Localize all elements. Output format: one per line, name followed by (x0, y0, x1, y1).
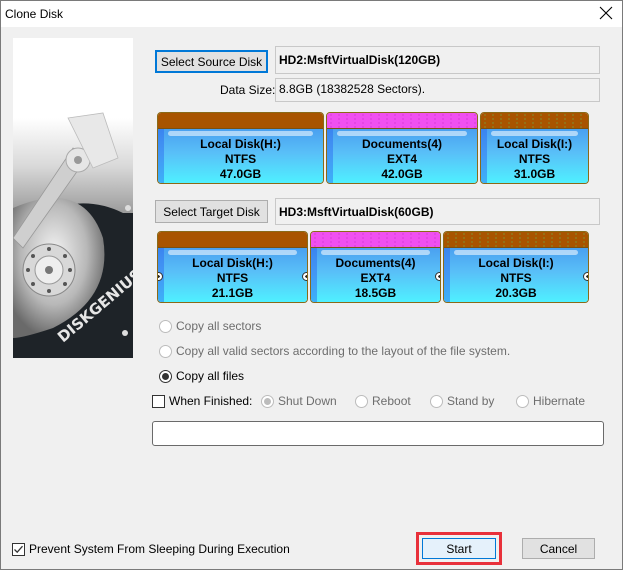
partition-fs: EXT4 (386, 152, 417, 166)
source-disk-name-field: HD2:MsftVirtualDisk(120GB) (275, 46, 600, 74)
select-target-disk-button[interactable]: Select Target Disk (155, 200, 268, 223)
data-size-label: Data Size: (220, 83, 276, 97)
clone-disk-dialog: Clone Disk DISKGENIUS Select Source Disk… (0, 0, 623, 570)
target-disk-map: Local Disk(H:) NTFS 21.1GB Documents(4) EXT4… (157, 231, 592, 303)
partition-size: 18.5GB (354, 286, 397, 300)
partition-fs: NTFS (216, 271, 249, 285)
partition-type-bar (158, 232, 307, 248)
partition-size: 31.0GB (513, 167, 556, 181)
radio-label: Hibernate (533, 394, 586, 408)
partition-name: Local Disk(H:) (200, 137, 281, 151)
partition-size: 20.3GB (495, 286, 537, 300)
radio-copy-all-files[interactable]: Copy all files (159, 369, 244, 383)
radio-label: Stand by (447, 394, 495, 408)
checkbox-box (152, 394, 165, 408)
radio-shut-down[interactable]: Shut Down (261, 394, 337, 408)
partition-name: Documents(4) (335, 256, 416, 270)
partition-name: Documents(4) (361, 137, 442, 151)
resize-handle-icon[interactable] (583, 272, 588, 281)
radio-label: Copy all valid sectors according to the … (176, 344, 511, 358)
partition-block[interactable]: Documents(4) EXT4 18.5GB (310, 231, 441, 303)
radio-circle (159, 369, 172, 383)
radio-label: Reboot (372, 394, 411, 408)
partition-type-bar (481, 113, 588, 129)
radio-circle (430, 394, 443, 408)
radio-circle (261, 394, 274, 408)
checkbox-label: Prevent System From Sleeping During Exec… (29, 542, 290, 556)
radio-hibernate[interactable]: Hibernate (516, 394, 585, 408)
partition-fs: NTFS (518, 152, 551, 166)
progress-bar (152, 421, 604, 446)
partition-name: Local Disk(H:) (192, 256, 273, 270)
partition-block[interactable]: Documents(4) EXT4 42.0GB (326, 112, 478, 184)
partition-name: Local Disk(I:) (496, 137, 573, 151)
title-bar: Clone Disk (1, 1, 622, 27)
diskgenius-illustration: DISKGENIUS (13, 38, 133, 358)
radio-circle (159, 319, 172, 333)
partition-body: Local Disk(I:) NTFS 31.0GB (481, 129, 588, 183)
radio-label: Copy all sectors (176, 319, 262, 333)
source-disk-map: Local Disk(H:) NTFS 47.0GB Documents(4) EXT4… (157, 112, 592, 184)
partition-type-bar (444, 232, 588, 248)
partition-type-bar (311, 232, 440, 248)
partition-name: Local Disk(I:) (478, 256, 554, 270)
radio-circle (355, 394, 368, 408)
partition-block[interactable]: Local Disk(I:) NTFS 31.0GB (480, 112, 589, 184)
partition-block[interactable]: Local Disk(I:) NTFS 20.3GB (443, 231, 589, 303)
partition-fs: NTFS (500, 271, 532, 285)
target-disk-name-field: HD3:MsftVirtualDisk(60GB) (275, 198, 600, 225)
resize-handle-icon[interactable] (302, 272, 307, 281)
radio-circle (516, 394, 529, 408)
radio-reboot[interactable]: Reboot (355, 394, 411, 408)
partition-fs: EXT4 (360, 271, 391, 285)
window-title: Clone Disk (5, 7, 64, 21)
partition-body: Local Disk(H:) NTFS 21.1GB (158, 248, 307, 302)
partition-type-bar (327, 113, 477, 129)
partition-size: 47.0GB (219, 167, 262, 181)
resize-handle-icon[interactable] (435, 272, 440, 281)
radio-copy-all-sectors[interactable]: Copy all sectors (159, 319, 261, 333)
partition-size: 21.1GB (211, 286, 254, 300)
prevent-sleep-checkbox[interactable]: Prevent System From Sleeping During Exec… (12, 542, 290, 556)
radio-label: Shut Down (278, 394, 337, 408)
checkbox-label: When Finished: (169, 394, 253, 408)
cancel-button[interactable]: Cancel (522, 538, 595, 559)
close-icon[interactable] (598, 5, 614, 21)
partition-fs: NTFS (224, 152, 257, 166)
data-size-value: 8.8GB (18382528 Sectors). (275, 78, 600, 102)
partition-type-bar (158, 113, 323, 129)
start-button[interactable]: Start (422, 538, 496, 559)
radio-label: Copy all files (176, 369, 245, 383)
select-source-disk-button[interactable]: Select Source Disk (155, 50, 268, 73)
partition-body: Local Disk(I:) NTFS 20.3GB (444, 248, 588, 302)
partition-block[interactable]: Local Disk(H:) NTFS 21.1GB (157, 231, 308, 303)
partition-body: Documents(4) EXT4 18.5GB (311, 248, 440, 302)
radio-circle (159, 344, 172, 358)
check-icon (14, 545, 23, 553)
radio-stand-by[interactable]: Stand by (430, 394, 494, 408)
partition-body: Local Disk(H:) NTFS 47.0GB (158, 129, 323, 183)
partition-size: 42.0GB (381, 167, 423, 181)
checkbox-box (12, 542, 25, 556)
when-finished-checkbox[interactable]: When Finished: (152, 394, 252, 408)
partition-body: Documents(4) EXT4 42.0GB (327, 129, 477, 183)
radio-copy-valid-sectors[interactable]: Copy all valid sectors according to the … (159, 344, 510, 358)
partition-block[interactable]: Local Disk(H:) NTFS 47.0GB (157, 112, 324, 184)
